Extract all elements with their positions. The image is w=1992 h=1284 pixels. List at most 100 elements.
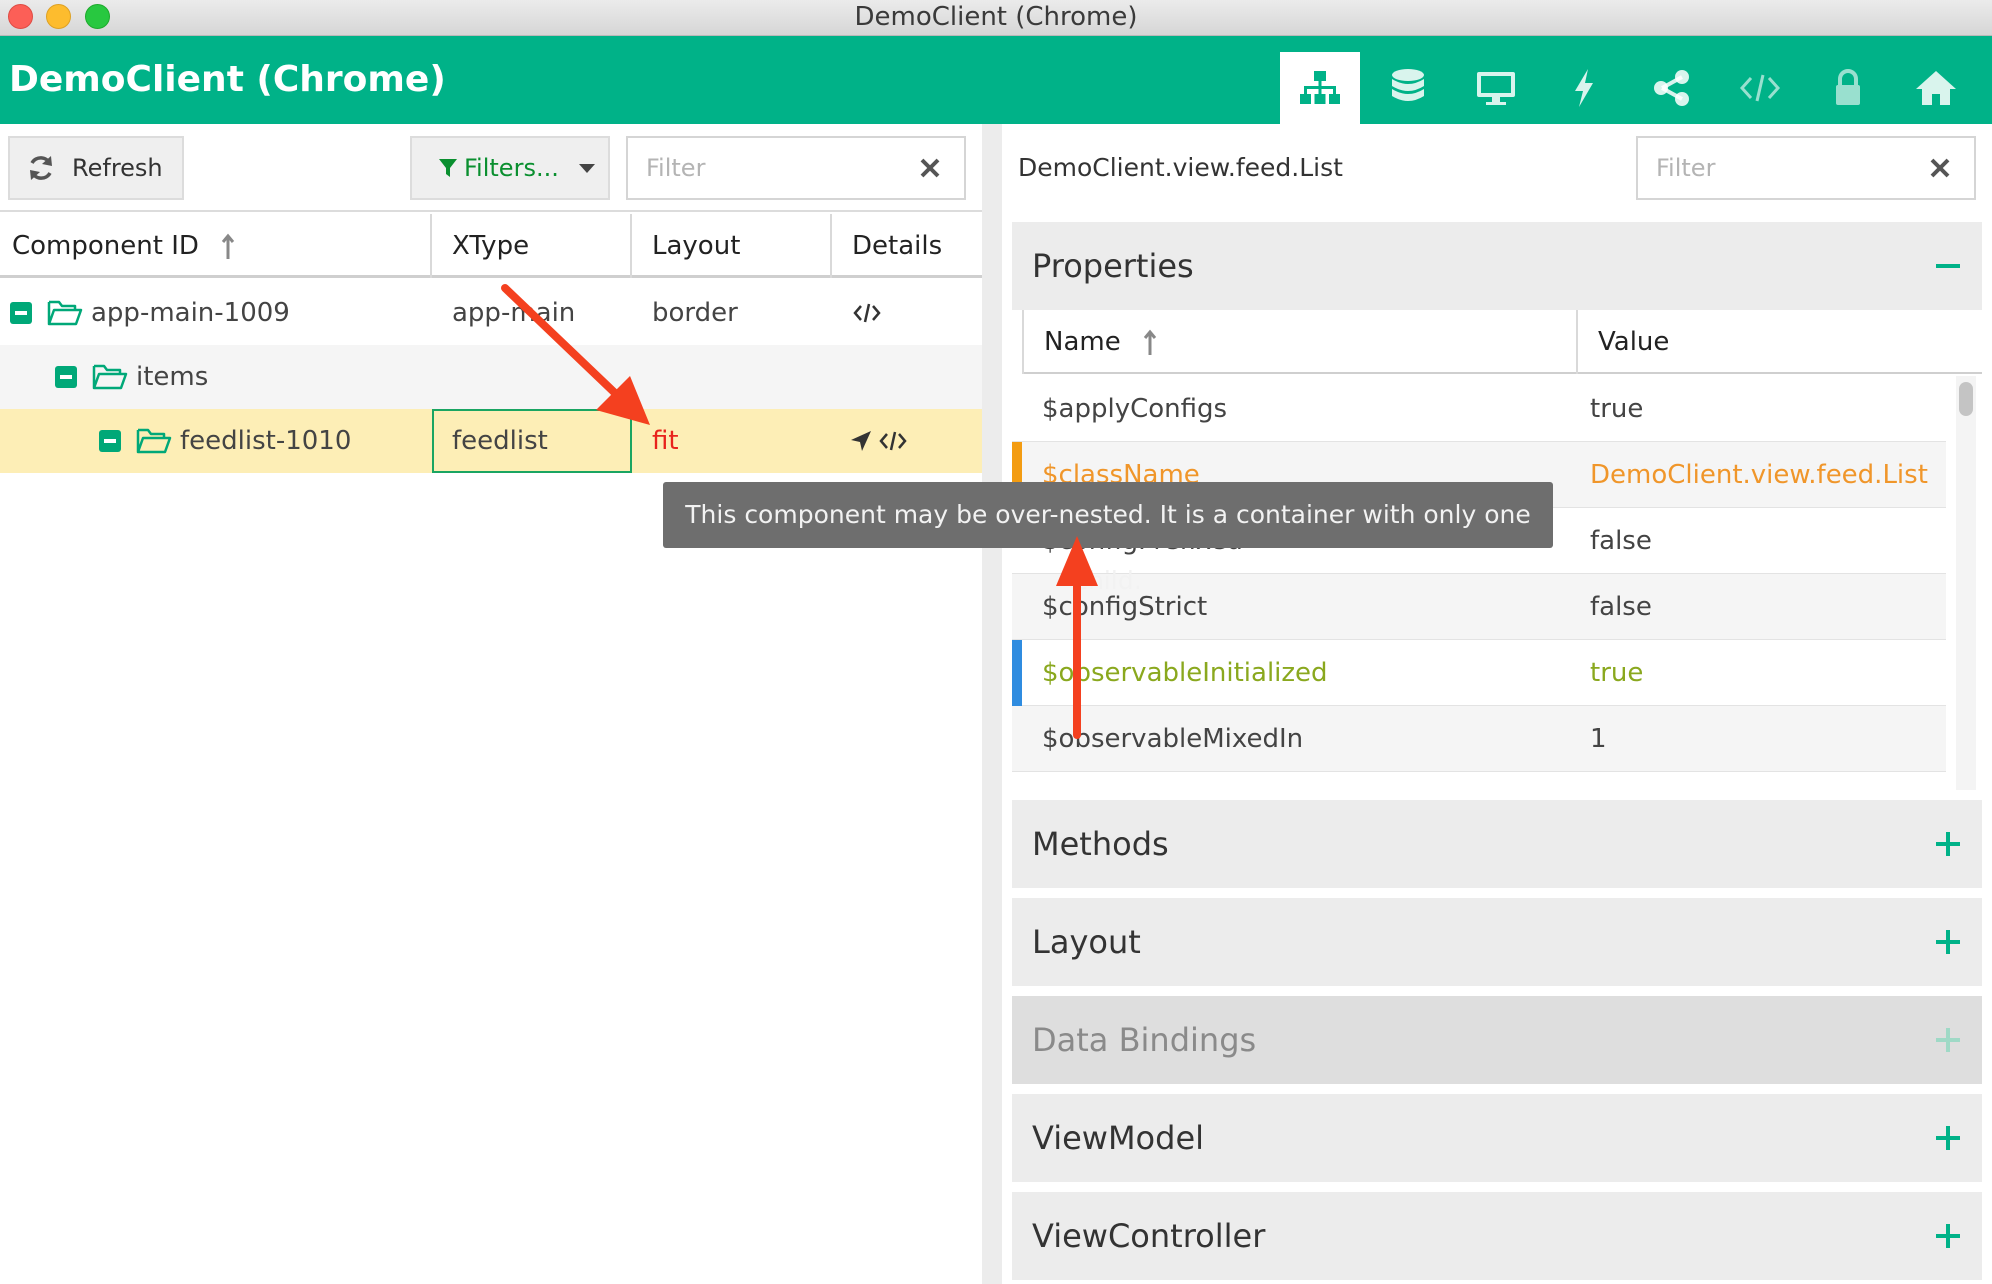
column-layout[interactable]: Layout: [632, 214, 832, 278]
tree-row-selected[interactable]: feedlist-1010 feedlist fit: [0, 409, 982, 473]
property-value: false: [1590, 592, 1652, 622]
properties-section-header[interactable]: Properties: [1012, 222, 1982, 310]
scrollbar-thumb[interactable]: [1959, 382, 1973, 416]
filter-funnel-icon: [439, 159, 457, 177]
property-row[interactable]: $applyConfigs true: [1012, 376, 1946, 442]
app-header: DemoClient (Chrome): [0, 36, 1992, 124]
column-name[interactable]: Name: [1022, 310, 1578, 374]
property-value: DemoClient.view.feed.List: [1590, 460, 1928, 490]
database-icon: [1392, 69, 1424, 101]
column-component-id[interactable]: Component ID: [0, 214, 432, 278]
section-title: ViewModel: [1032, 1119, 1205, 1157]
refresh-button[interactable]: Refresh: [8, 136, 184, 200]
sort-ascending-icon: [222, 233, 235, 259]
folder-open-icon: [92, 364, 128, 390]
tree-filter-input[interactable]: [646, 152, 866, 184]
locate-arrow-icon[interactable]: [850, 430, 872, 452]
collapse-toggle[interactable]: [99, 430, 121, 452]
property-row[interactable]: $configStrict false: [1012, 574, 1946, 640]
tree-toolbar: Refresh Filters...: [0, 124, 982, 212]
properties-grid: Name Value $applyConfigs true $className…: [1012, 310, 1982, 790]
sort-ascending-icon: [1143, 329, 1157, 355]
details-filter-field: [1636, 136, 1976, 200]
expand-plus-icon[interactable]: [1936, 832, 1960, 856]
data-bindings-section-header: Data Bindings: [1012, 996, 1982, 1084]
tree-row[interactable]: app-main-1009 app-main border: [0, 281, 982, 345]
expand-plus-icon[interactable]: [1936, 930, 1960, 954]
refresh-icon: [30, 156, 52, 180]
share-icon: [1654, 70, 1689, 106]
folder-open-icon: [47, 300, 83, 326]
tab-events[interactable]: [1544, 52, 1624, 124]
property-name: $observableInitialized: [1042, 658, 1328, 688]
folder-open-icon: [136, 428, 172, 454]
tree-row[interactable]: items: [0, 345, 982, 409]
section-title: Data Bindings: [1032, 1021, 1257, 1059]
clear-filter-icon[interactable]: [914, 152, 946, 184]
column-component-id-label: Component ID: [12, 231, 199, 261]
inherited-marker: [1012, 640, 1022, 706]
over-nesting-tooltip: This component may be over-nested. It is…: [663, 482, 1553, 595]
chevron-down-icon: [578, 164, 595, 173]
clear-filter-icon[interactable]: [1924, 152, 1956, 184]
column-xtype[interactable]: XType: [432, 214, 632, 278]
tab-share[interactable]: [1632, 52, 1712, 124]
expand-plus-icon[interactable]: [1936, 1224, 1960, 1248]
collapse-toggle[interactable]: [10, 302, 32, 324]
details-filter-input[interactable]: [1656, 152, 1876, 184]
tab-home[interactable]: [1896, 52, 1976, 124]
refresh-label: Refresh: [72, 154, 163, 182]
methods-section-header[interactable]: Methods: [1012, 800, 1982, 888]
panel-splitter[interactable]: [982, 124, 1002, 1284]
column-details[interactable]: Details: [832, 214, 982, 278]
properties-grid-header: Name Value: [1022, 310, 1982, 374]
component-id: app-main-1009: [91, 298, 290, 328]
window-titlebar: DemoClient (Chrome): [0, 0, 1992, 36]
code-icon[interactable]: [852, 301, 882, 325]
properties-scrollbar[interactable]: [1956, 376, 1976, 790]
lock-icon: [1836, 69, 1860, 105]
property-value: false: [1590, 526, 1652, 556]
collapse-toggle[interactable]: [55, 366, 77, 388]
column-name-label: Name: [1044, 327, 1121, 357]
component-details-panel: DemoClient.view.feed.List Properties Nam…: [1002, 124, 1992, 1284]
xtype: app-main: [452, 298, 576, 328]
xtype: feedlist: [452, 426, 548, 456]
tab-app[interactable]: [1456, 52, 1536, 124]
property-name: $applyConfigs: [1042, 394, 1228, 424]
property-row[interactable]: $observableInitialized true: [1012, 640, 1946, 706]
monitor-icon: [1477, 72, 1515, 105]
filters-label: Filters...: [464, 154, 559, 182]
expand-plus-icon: [1936, 1028, 1960, 1052]
component-tree-panel: Refresh Filters... Component ID: [0, 124, 982, 1284]
tab-components[interactable]: [1280, 52, 1360, 124]
property-row[interactable]: $observableMixedIn 1: [1012, 706, 1946, 772]
app-title: DemoClient (Chrome): [9, 59, 446, 100]
component-id: feedlist-1010: [180, 426, 352, 456]
property-value: 1: [1590, 724, 1607, 754]
collapse-minus-icon[interactable]: [1936, 254, 1960, 278]
section-title: Methods: [1032, 825, 1169, 863]
expand-plus-icon[interactable]: [1936, 1126, 1960, 1150]
section-title: Properties: [1032, 247, 1194, 285]
section-title: ViewController: [1032, 1217, 1266, 1255]
code-icon[interactable]: [878, 429, 908, 453]
tree-grid-header: Component ID XType Layout Details: [0, 214, 982, 278]
code-icon: [1739, 74, 1781, 102]
tab-lock[interactable]: [1808, 52, 1888, 124]
layout-section-header[interactable]: Layout: [1012, 898, 1982, 986]
filters-dropdown[interactable]: Filters...: [410, 136, 610, 200]
column-value[interactable]: Value: [1578, 310, 1982, 374]
tab-source[interactable]: [1720, 52, 1800, 124]
viewcontroller-section-header[interactable]: ViewController: [1012, 1192, 1982, 1280]
layout-value-warning: fit: [652, 426, 679, 456]
bolt-icon: [1575, 69, 1593, 107]
layout-value: border: [652, 298, 738, 328]
tree-filter-field: [626, 136, 966, 200]
viewmodel-section-header[interactable]: ViewModel: [1012, 1094, 1982, 1182]
property-name: $observableMixedIn: [1042, 724, 1304, 754]
tab-stores[interactable]: [1368, 52, 1448, 124]
home-icon: [1916, 71, 1956, 105]
property-value: true: [1590, 658, 1644, 688]
window-title: DemoClient (Chrome): [854, 2, 1138, 32]
